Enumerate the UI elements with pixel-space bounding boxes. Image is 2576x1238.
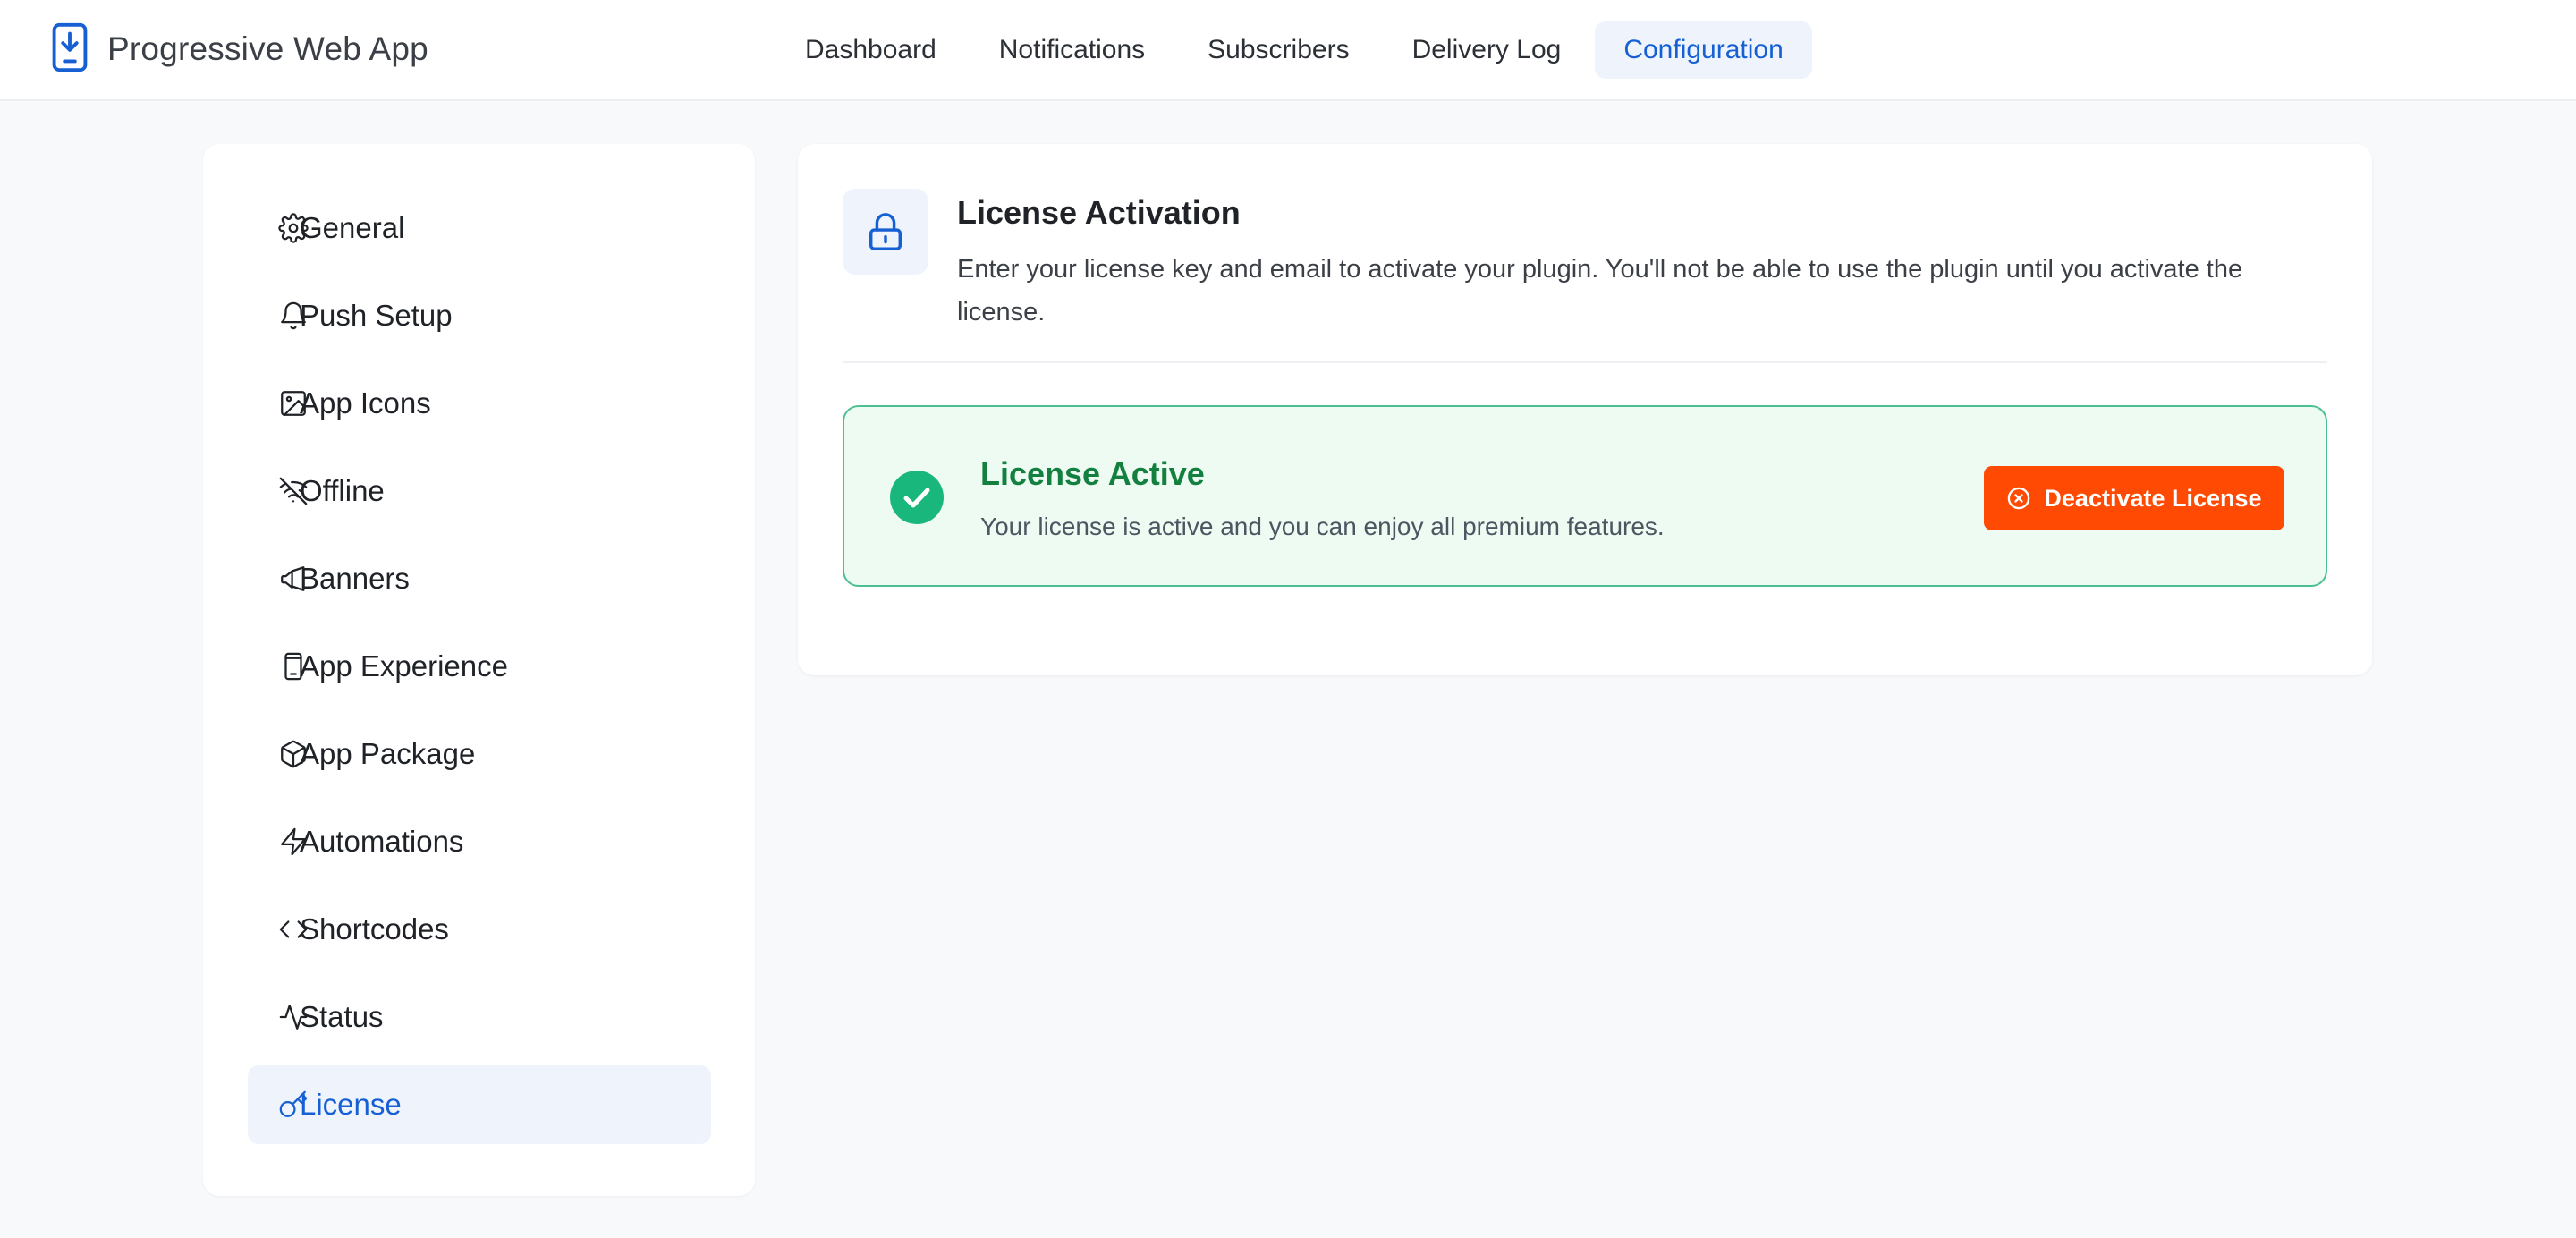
megaphone-icon (278, 564, 309, 594)
sidebar-item-general[interactable]: General (248, 189, 711, 267)
image-icon (278, 388, 309, 419)
sidebar-item-label: Push Setup (300, 299, 453, 332)
bell-icon (278, 301, 309, 331)
key-icon (278, 1090, 309, 1120)
card-description: Enter your license key and email to acti… (957, 255, 2243, 326)
brand[interactable]: Progressive Web App (50, 21, 428, 78)
sidebar-item-push-setup[interactable]: Push Setup (248, 276, 711, 355)
sidebar-item-label: Banners (300, 562, 410, 595)
card-title: License Activation (957, 194, 1241, 231)
package-icon (278, 739, 309, 769)
tab-dashboard[interactable]: Dashboard (776, 21, 965, 79)
sidebar-item-status[interactable]: Status (248, 978, 711, 1056)
sidebar-item-offline[interactable]: Offline (248, 452, 711, 530)
sidebar-item-app-package[interactable]: App Package (248, 715, 711, 793)
sidebar-item-label: License (300, 1088, 402, 1121)
smartphone-icon (278, 651, 309, 682)
deactivate-license-button[interactable]: Deactivate License (1984, 466, 2284, 530)
license-activation-card: License Activation Enter your license ke… (798, 144, 2372, 675)
sidebar-item-label: App Experience (300, 649, 508, 683)
tab-notifications[interactable]: Notifications (970, 21, 1174, 79)
sidebar-item-shortcodes[interactable]: Shortcodes (248, 890, 711, 969)
deactivate-label: Deactivate License (2044, 484, 2262, 512)
license-status-box: License Active Your license is active an… (843, 405, 2327, 587)
sidebar-item-label: Automations (300, 825, 464, 858)
phone-download-icon (50, 21, 89, 78)
activity-icon (278, 1002, 309, 1032)
wifi-off-icon (278, 476, 309, 506)
divider (843, 361, 2327, 363)
sidebar-item-label: Shortcodes (300, 912, 449, 945)
main-nav: Dashboard Notifications Subscribers Deli… (776, 21, 1818, 79)
sidebar-item-banners[interactable]: Banners (248, 539, 711, 618)
lock-icon (843, 189, 928, 275)
sidebar-item-label: General (300, 211, 405, 244)
sidebar-item-license[interactable]: License (248, 1065, 711, 1144)
sidebar-item-label: Status (300, 1000, 384, 1033)
x-circle-icon (2008, 487, 2030, 510)
tab-configuration[interactable]: Configuration (1595, 21, 1812, 79)
tab-subscribers[interactable]: Subscribers (1179, 21, 1377, 79)
status-title: License Active (980, 455, 1205, 492)
sidebar-item-automations[interactable]: Automations (248, 802, 711, 881)
sidebar-item-app-experience[interactable]: App Experience (248, 627, 711, 706)
status-description: Your license is active and you can enjoy… (980, 513, 1665, 540)
app-title: Progressive Web App (107, 30, 428, 67)
tab-delivery-log[interactable]: Delivery Log (1384, 21, 1590, 79)
zap-icon (278, 827, 309, 857)
sidebar-item-label: Offline (300, 474, 385, 507)
sidebar-item-label: App Package (300, 737, 476, 770)
sidebar-item-label: App Icons (300, 386, 431, 420)
gear-icon (278, 213, 309, 243)
check-circle-icon (890, 471, 944, 524)
sidebar-item-app-icons[interactable]: App Icons (248, 364, 711, 443)
top-bar: Progressive Web App Dashboard Notificati… (0, 0, 2576, 101)
code-icon (278, 914, 309, 945)
settings-sidebar: General Push Setup App Icons Offline Ban… (203, 144, 755, 1196)
